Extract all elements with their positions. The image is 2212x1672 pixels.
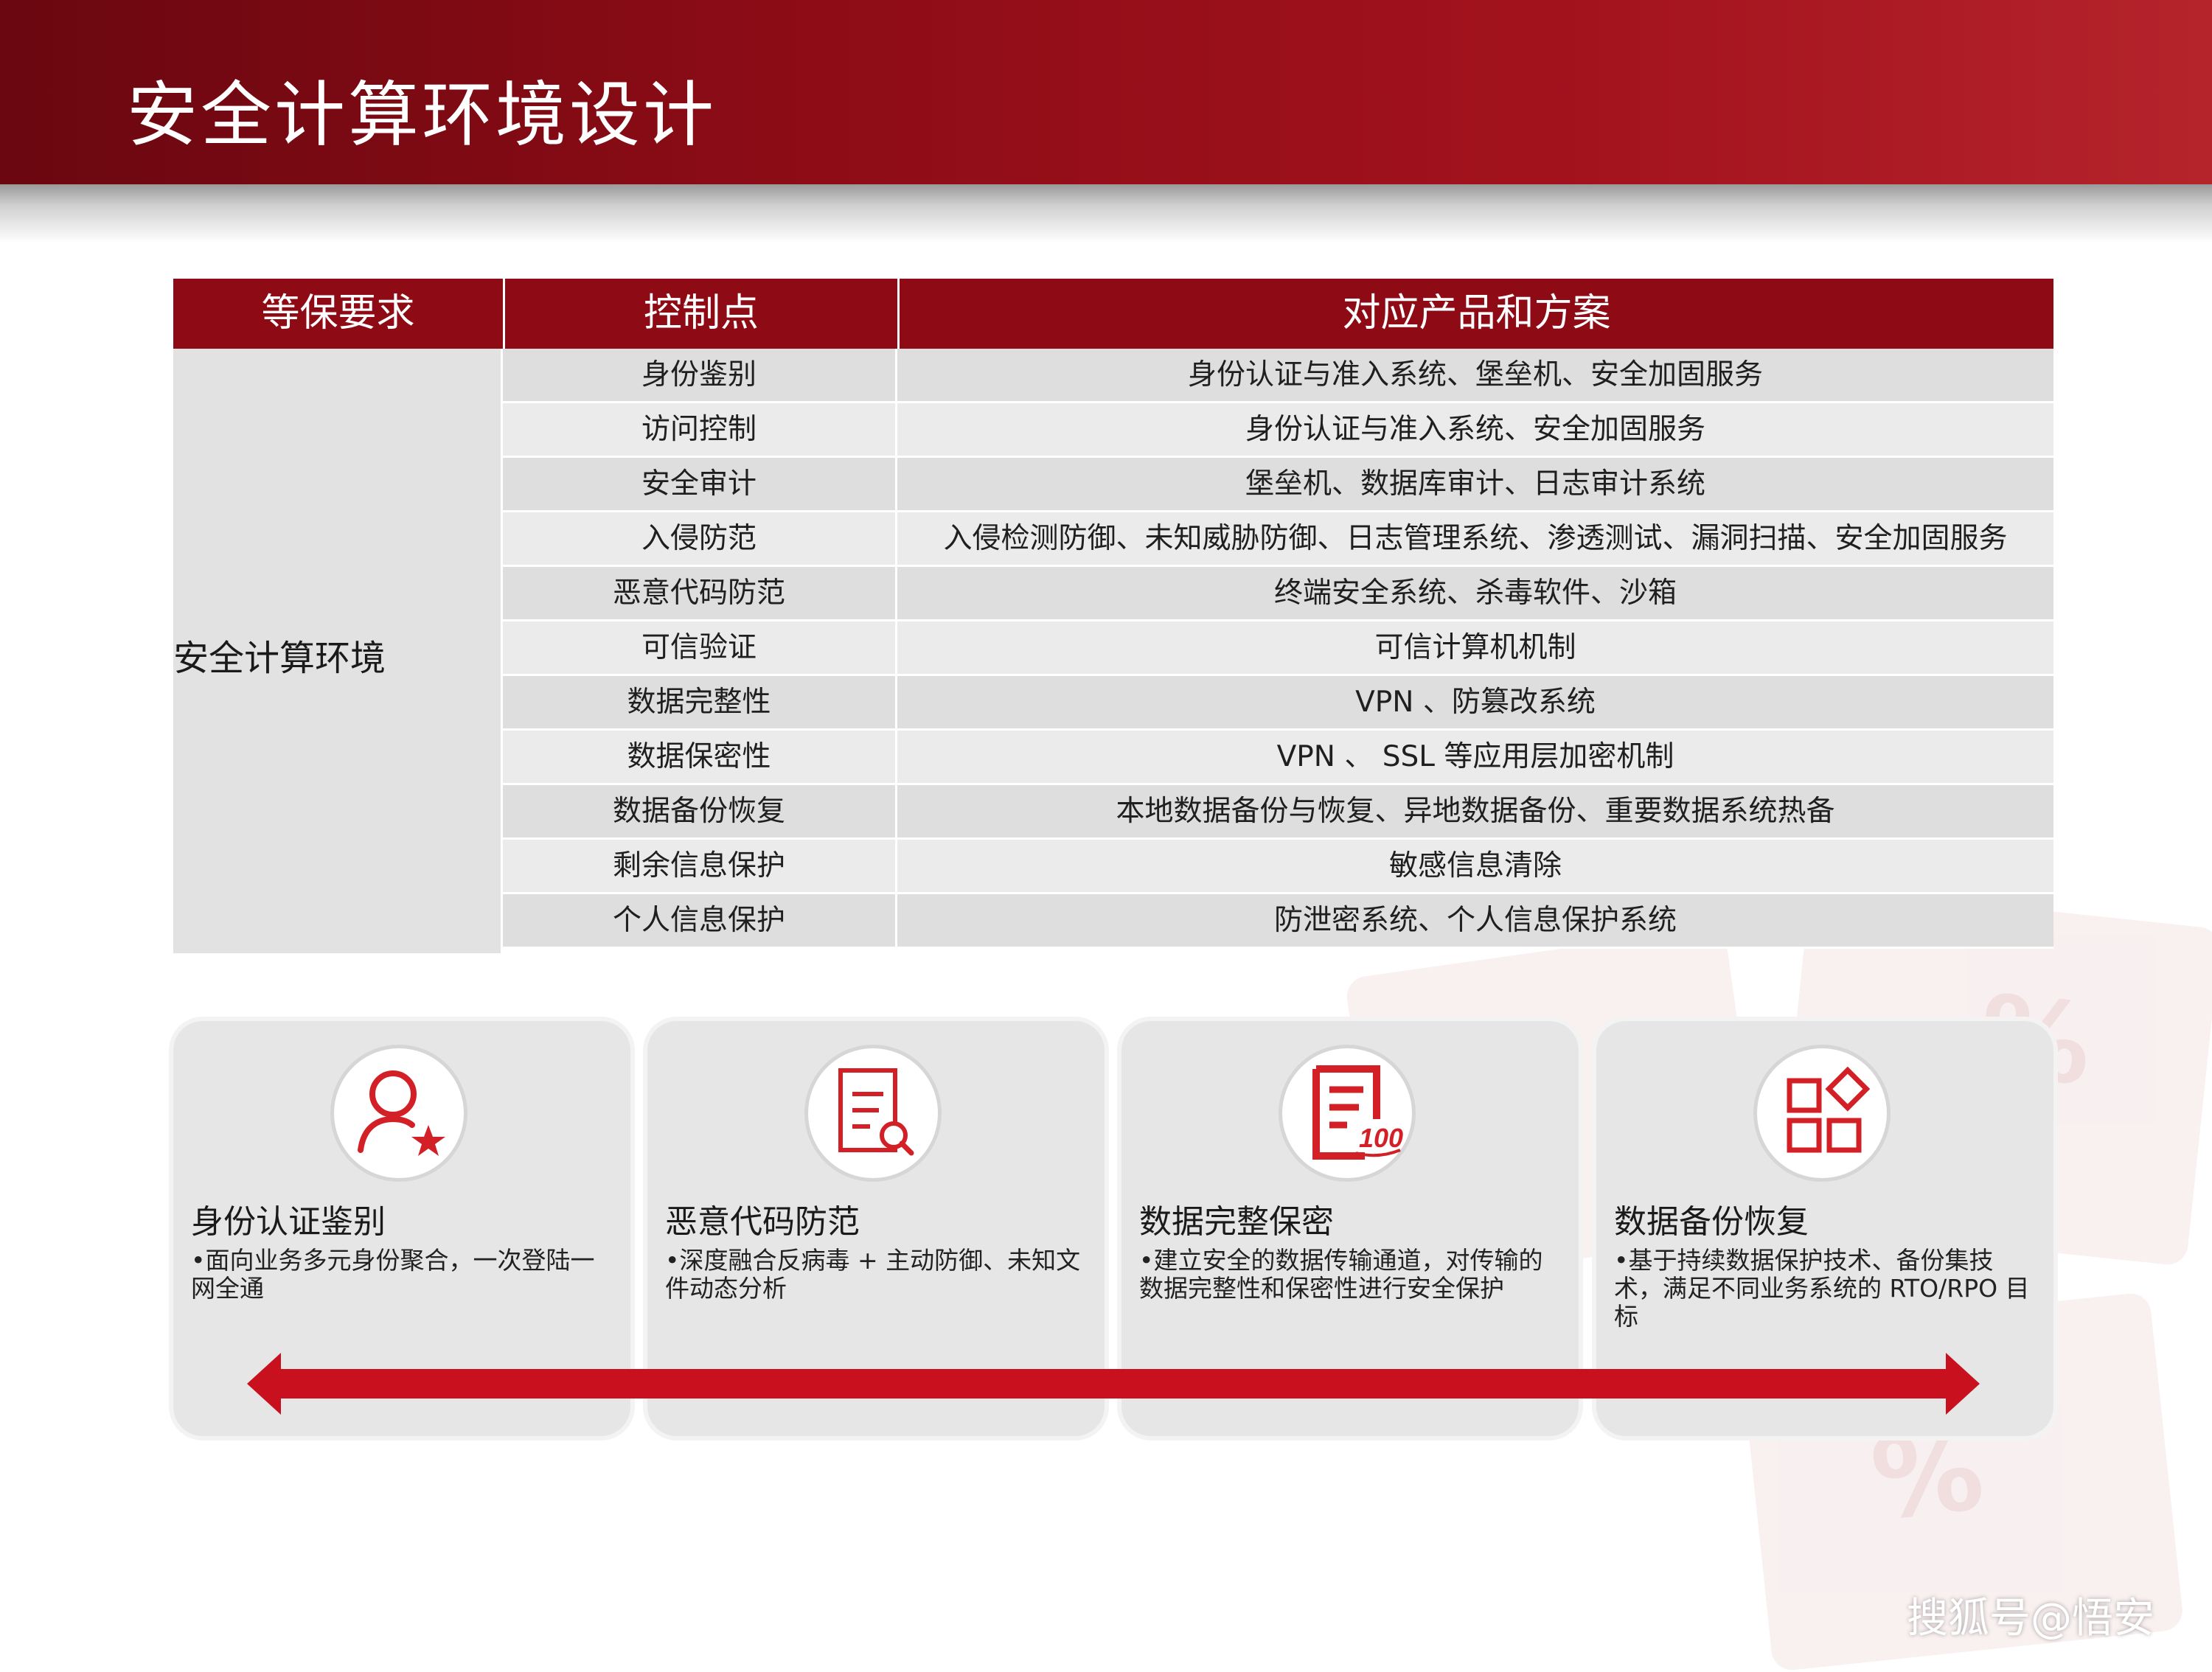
product-solution: 身份认证与准入系统、堡垒机、安全加固服务 xyxy=(1187,358,1763,391)
apps-grid-icon xyxy=(1753,1045,1891,1182)
control-point: 个人信息保护 xyxy=(503,894,897,947)
control-point: 数据保密性 xyxy=(503,731,897,783)
product-solution: 本地数据备份与恢复、异地数据备份、重要数据系统热备 xyxy=(1116,795,1835,828)
header-control-point: 控制点 xyxy=(503,279,897,349)
table-row: 数据完整性 VPN 、防篡改系统 xyxy=(503,676,2053,731)
card-description: •深度融合反病毒 + 主动防御、未知文件动态分析 xyxy=(665,1246,1081,1303)
control-point: 剩余信息保护 xyxy=(503,840,897,892)
document-100-icon: 100 xyxy=(1279,1045,1416,1182)
card-title: 身份认证鉴别 xyxy=(191,1203,386,1241)
card-description: •基于持续数据保护技术、备份集技术，满足不同业务系统的 RTO/RPO 目标 xyxy=(1614,1246,2030,1331)
card-description: •面向业务多元身份聚合，一次登陆一网全通 xyxy=(191,1246,595,1303)
table-row: 剩余信息保护 敏感信息清除 xyxy=(503,840,2053,894)
product-solution: 堡垒机、数据库审计、日志审计系统 xyxy=(1245,467,1705,501)
double-arrow-icon xyxy=(247,1353,1980,1415)
product-solution: 入侵检测防御、未知威胁防御、日志管理系统、渗透测试、漏洞扫描、安全加固服务 xyxy=(943,522,2008,555)
product-solution: VPN 、防篡改系统 xyxy=(1355,686,1596,719)
header-shadow xyxy=(0,184,2212,243)
table-row: 身份鉴别 身份认证与准入系统、堡垒机、安全加固服务 xyxy=(503,349,2053,403)
table-row: 可信验证 可信计算机机制 xyxy=(503,621,2053,676)
watermark: 搜狐号@悟安 xyxy=(1907,1595,2154,1643)
table-header: 等保要求 控制点 对应产品和方案 xyxy=(173,279,2053,349)
control-point: 身份鉴别 xyxy=(503,349,897,401)
group-cell: 安全计算环境 xyxy=(173,349,503,953)
product-solution: VPN 、 SSL 等应用层加密机制 xyxy=(1276,740,1674,773)
card-title: 恶意代码防范 xyxy=(665,1203,860,1241)
table-row: 数据保密性 VPN 、 SSL 等应用层加密机制 xyxy=(503,731,2053,785)
requirements-table: 等保要求 控制点 对应产品和方案 安全计算环境 身份鉴别 身份认证与准入系统、堡垒… xyxy=(173,279,2053,953)
user-star-icon xyxy=(330,1045,467,1182)
card-title: 数据备份恢复 xyxy=(1614,1203,1809,1241)
header-product: 对应产品和方案 xyxy=(897,279,2053,349)
table-row: 安全审计 堡垒机、数据库审计、日志审计系统 xyxy=(503,458,2053,512)
card-description: •建立安全的数据传输通道，对传输的数据完整性和保密性进行安全保护 xyxy=(1139,1246,1543,1303)
product-solution: 终端安全系统、杀毒软件、沙箱 xyxy=(1273,577,1677,610)
control-point: 数据完整性 xyxy=(503,676,897,728)
document-search-icon xyxy=(804,1045,942,1182)
product-solution: 防泄密系统、个人信息保护系统 xyxy=(1273,904,1677,937)
control-point: 访问控制 xyxy=(503,403,897,456)
product-solution: 敏感信息清除 xyxy=(1388,849,1562,882)
icon-100-text: 100 xyxy=(1359,1123,1403,1153)
table-row: 入侵防范 入侵检测防御、未知威胁防御、日志管理系统、渗透测试、漏洞扫描、安全加固服… xyxy=(503,512,2053,567)
table-row: 个人信息保护 防泄密系统、个人信息保护系统 xyxy=(503,894,2053,949)
page-title: 安全计算环境设计 xyxy=(127,74,717,156)
control-point: 入侵防范 xyxy=(503,512,897,565)
control-point: 安全审计 xyxy=(503,458,897,510)
control-point: 数据备份恢复 xyxy=(503,785,897,837)
table-row: 数据备份恢复 本地数据备份与恢复、异地数据备份、重要数据系统热备 xyxy=(503,785,2053,840)
table-row: 恶意代码防范 终端安全系统、杀毒软件、沙箱 xyxy=(503,567,2053,621)
control-point: 恶意代码防范 xyxy=(503,567,897,619)
header-requirement: 等保要求 xyxy=(261,291,415,335)
product-solution: 可信计算机机制 xyxy=(1374,631,1576,664)
product-solution: 身份认证与准入系统、安全加固服务 xyxy=(1245,413,1705,446)
table-row: 访问控制 身份认证与准入系统、安全加固服务 xyxy=(503,403,2053,458)
card-title: 数据完整保密 xyxy=(1139,1203,1334,1241)
control-point: 可信验证 xyxy=(503,621,897,674)
